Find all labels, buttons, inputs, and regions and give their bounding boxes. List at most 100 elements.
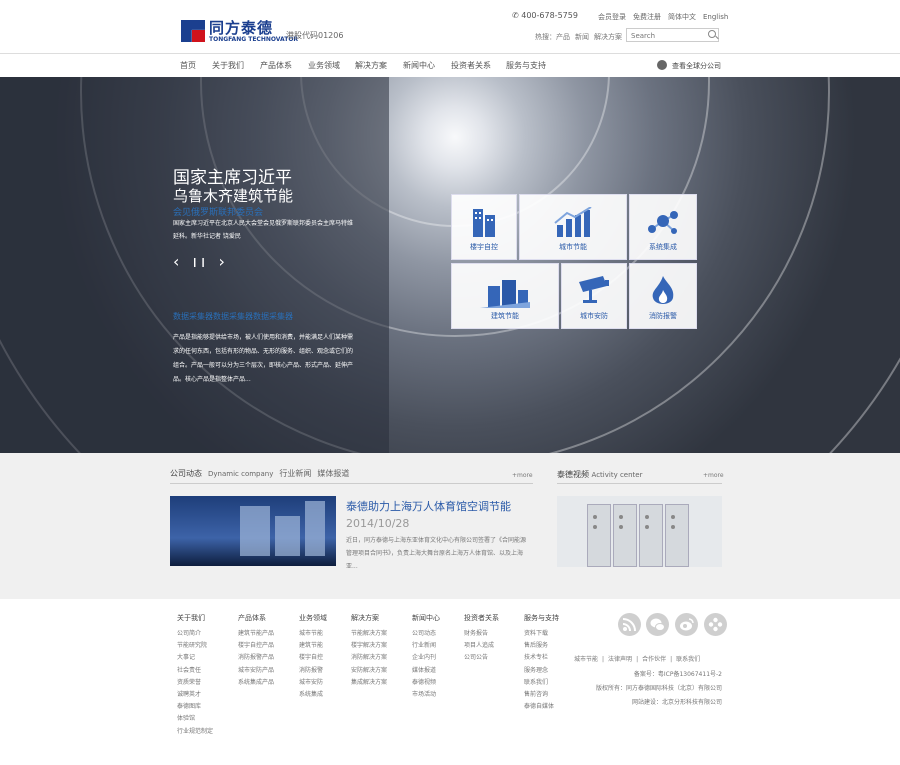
footer-link[interactable]: 城市安防产品 <box>238 665 274 677</box>
global-branches-link[interactable]: 查看全球分公司 <box>672 61 721 71</box>
nav-support[interactable]: 服务与支持 <box>506 60 546 71</box>
hot-link-products[interactable]: 产品 <box>556 33 570 41</box>
footer-link[interactable]: 泰德自媒体 <box>524 701 559 713</box>
phone-text: 400-678-5759 <box>521 11 578 20</box>
camera-icon <box>579 276 609 303</box>
footer-link[interactable]: 楼宇自控产品 <box>238 640 274 652</box>
footer-col-head[interactable]: 服务与支持 <box>524 613 559 623</box>
footer-link[interactable]: 安防解决方案 <box>351 665 387 677</box>
lang-en-link[interactable]: English <box>703 13 728 21</box>
tab-media-reports[interactable]: 媒体报道 <box>317 469 349 478</box>
hot-link-solutions[interactable]: 解决方案 <box>594 33 622 41</box>
footer-link[interactable]: 消防解决方案 <box>351 652 387 664</box>
footer-link[interactable]: 售后服务 <box>524 640 559 652</box>
footer-col-head[interactable]: 解决方案 <box>351 613 387 623</box>
footer-link[interactable]: 资料下载 <box>524 628 559 640</box>
footer-col-products: 产品体系 建筑节能产品 楼宇自控产品 消防报警产品 城市安防产品 系统集成产品 <box>238 613 274 689</box>
building-icon <box>473 209 495 237</box>
footer-link[interactable]: 消防报警产品 <box>238 652 274 664</box>
tile-building-energy[interactable]: 建筑节能 <box>451 263 559 329</box>
tab-industry-news[interactable]: 行业新闻 <box>279 469 311 478</box>
footer-link[interactable]: 楼宇自控 <box>299 652 327 664</box>
stock-code: 港股代码01206 <box>286 31 344 40</box>
footer-col-support: 服务与支持 资料下载 售后服务 技术专栏 服务理念 联系我们 售前咨询 泰德自媒… <box>524 613 559 713</box>
globe-icon[interactable] <box>657 60 667 70</box>
nav-about[interactable]: 关于我们 <box>212 60 244 71</box>
login-link[interactable]: 会员登录 <box>598 13 626 21</box>
footer-col-head[interactable]: 新闻中心 <box>412 613 440 623</box>
footer-link[interactable]: 市场活动 <box>412 689 440 701</box>
tile-city-energy[interactable]: 城市节能 <box>519 194 627 260</box>
tab-company-news-en[interactable]: Dynamic company <box>208 470 273 478</box>
footer-link[interactable]: 行业新闻 <box>412 640 440 652</box>
footer-link-city-energy[interactable]: 城市节能 <box>574 656 598 663</box>
phone-number: ✆ 400-678-5759 <box>512 11 578 20</box>
footer-link[interactable]: 行业规范制定 <box>177 726 213 738</box>
footer-link-legal[interactable]: 法律声明 <box>608 656 632 663</box>
search-icon[interactable] <box>708 30 716 38</box>
news-image[interactable] <box>170 496 336 566</box>
footer-link-contact[interactable]: 联系我们 <box>676 656 700 663</box>
lang-cn-link[interactable]: 简体中文 <box>668 13 696 21</box>
footer-link[interactable]: 公司公告 <box>464 652 499 664</box>
footer-link[interactable]: 集成解决方案 <box>351 677 387 689</box>
footer-col-head[interactable]: 业务领域 <box>299 613 327 623</box>
footer-link[interactable]: 服务理念 <box>524 665 559 677</box>
nav-investors[interactable]: 投资者关系 <box>451 60 491 71</box>
footer-link[interactable]: 公司动态 <box>412 628 440 640</box>
footer-link[interactable]: 城市安防 <box>299 677 327 689</box>
footer-link[interactable]: 企业内刊 <box>412 652 440 664</box>
wechat-icon[interactable] <box>646 613 669 636</box>
nav-products[interactable]: 产品体系 <box>260 60 292 71</box>
footer-link[interactable]: 建筑节能 <box>299 640 327 652</box>
footer-link[interactable]: 财务报告 <box>464 628 499 640</box>
slider-controls[interactable]: ‹ ıı › <box>173 252 229 271</box>
footer-col-head[interactable]: 产品体系 <box>238 613 274 623</box>
footer-col-head[interactable]: 投资者关系 <box>464 613 499 623</box>
footer-link[interactable]: 诚聘英才 <box>177 689 213 701</box>
footer-link[interactable]: 消防报警 <box>299 665 327 677</box>
footer-col-head[interactable]: 关于我们 <box>177 613 213 623</box>
tile-fire-alarm[interactable]: 消防报警 <box>629 263 697 329</box>
footer-link[interactable]: 资质荣誉 <box>177 677 213 689</box>
footer-link[interactable]: 城市节能 <box>299 628 327 640</box>
video-thumbnail[interactable] <box>557 496 722 567</box>
footer-link[interactable]: 大事记 <box>177 652 213 664</box>
nav-solutions[interactable]: 解决方案 <box>355 60 387 71</box>
footer-link[interactable]: 联系我们 <box>524 677 559 689</box>
footer-link[interactable]: 泰德图库 <box>177 701 213 713</box>
footer-link[interactable]: 节能解决方案 <box>351 628 387 640</box>
nav-home[interactable]: 首页 <box>180 60 196 71</box>
footer-link[interactable]: 泰德视频 <box>412 677 440 689</box>
footer-link[interactable]: 售前咨询 <box>524 689 559 701</box>
footer-link[interactable]: 项目人追成 <box>464 640 499 652</box>
nav-news[interactable]: 新闻中心 <box>403 60 435 71</box>
register-link[interactable]: 免费注册 <box>633 13 661 21</box>
search-input[interactable] <box>626 28 719 42</box>
footer-link[interactable]: 建筑节能产品 <box>238 628 274 640</box>
tile-label: 城市节能 <box>559 243 587 251</box>
tab-company-news[interactable]: 公司动态 <box>170 469 202 478</box>
footer-link[interactable]: 体验馆 <box>177 713 213 725</box>
logo[interactable]: 同方泰德 TONGFANG TECHNOVATOR <box>181 17 298 45</box>
footer-link[interactable]: 系统集成 <box>299 689 327 701</box>
hot-link-news[interactable]: 新闻 <box>575 33 589 41</box>
footer-link[interactable]: 社会责任 <box>177 665 213 677</box>
tile-building-control[interactable]: 楼宇自控 <box>451 194 517 260</box>
rss-icon[interactable] <box>618 613 641 636</box>
nav-business[interactable]: 业务领域 <box>308 60 340 71</box>
footer-link[interactable]: 公司简介 <box>177 628 213 640</box>
footer-link[interactable]: 系统集成产品 <box>238 677 274 689</box>
footer-link[interactable]: 媒体报道 <box>412 665 440 677</box>
app-icon[interactable] <box>704 613 727 636</box>
tile-system-integration[interactable]: 系统集成 <box>629 194 697 260</box>
footer-link[interactable]: 节能研究院 <box>177 640 213 652</box>
news-more-link[interactable]: +more <box>512 472 533 479</box>
tile-city-security[interactable]: 城市安防 <box>561 263 627 329</box>
weibo-icon[interactable] <box>675 613 698 636</box>
news-headline[interactable]: 泰德助力上海万人体育馆空调节能 <box>346 498 511 514</box>
footer-link[interactable]: 楼宇解决方案 <box>351 640 387 652</box>
footer-link[interactable]: 技术专栏 <box>524 652 559 664</box>
video-more-link[interactable]: +more <box>703 472 724 479</box>
footer-link-partners[interactable]: 合作伙伴 <box>642 656 666 663</box>
